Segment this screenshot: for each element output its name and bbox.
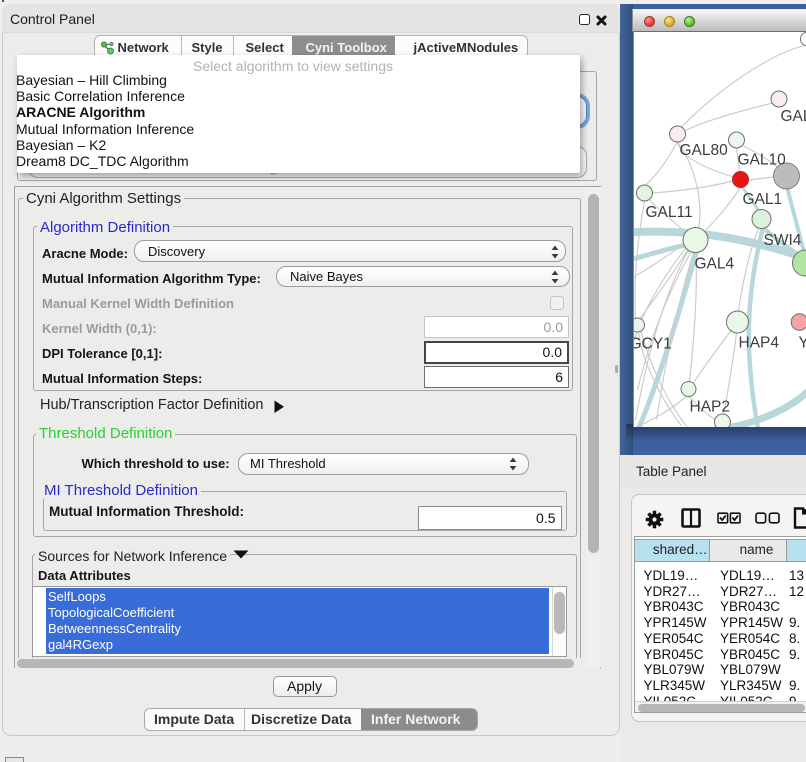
svg-text:SWI4: SWI4 bbox=[763, 232, 801, 249]
svg-text:GAL1: GAL1 bbox=[742, 191, 782, 208]
svg-text:GAL10: GAL10 bbox=[737, 152, 786, 169]
svg-text:GAL2: GAL2 bbox=[780, 108, 806, 125]
svg-text:GCY1: GCY1 bbox=[634, 336, 672, 353]
svg-text:GAL80: GAL80 bbox=[679, 142, 728, 159]
svg-text:Y: Y bbox=[798, 335, 806, 352]
svg-text:HAP2: HAP2 bbox=[689, 399, 730, 416]
svg-text:GAL11: GAL11 bbox=[645, 204, 692, 221]
svg-text:GAL4: GAL4 bbox=[694, 256, 734, 273]
svg-text:HAP4: HAP4 bbox=[738, 335, 779, 352]
